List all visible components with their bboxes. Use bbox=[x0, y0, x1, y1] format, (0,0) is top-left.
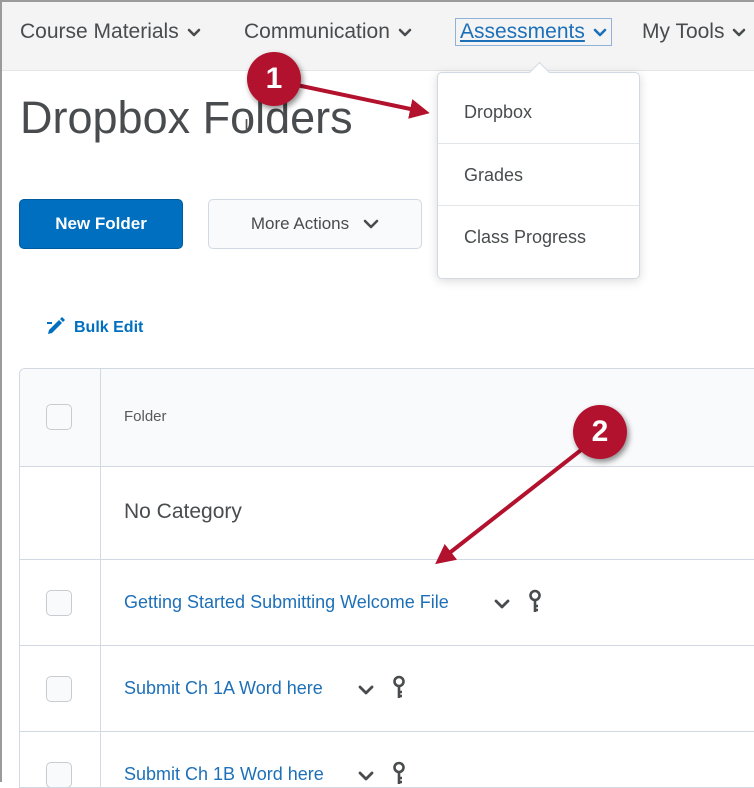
arrow-icon bbox=[291, 82, 430, 119]
annotation-marker-1: 1 bbox=[247, 52, 301, 106]
annotation-overlay bbox=[291, 82, 592, 565]
arrow-icon bbox=[435, 441, 592, 565]
annotation-marker-2: 2 bbox=[573, 405, 627, 459]
